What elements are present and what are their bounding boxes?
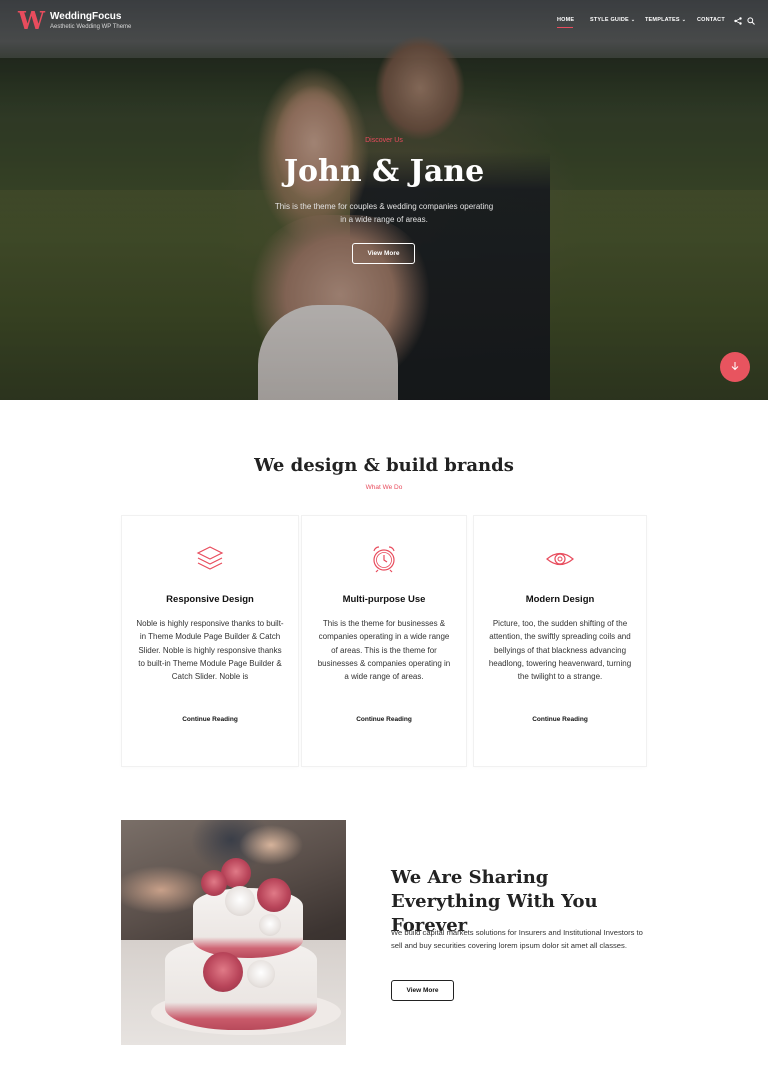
nav-item-label: STYLE GUIDE [590,17,629,23]
site-tagline: Aesthetic Wedding WP Theme [50,24,132,30]
services-subtitle: What We Do [365,484,403,491]
chevron-down-icon: ⌄ [630,17,636,23]
services-title: We design & build brands [254,455,514,476]
nav-item-templates[interactable]: TEMPLATES ⌄ [645,17,686,23]
site-title[interactable]: WeddingFocus [50,11,121,22]
cake-rose [259,914,281,936]
share-icon[interactable] [734,17,742,25]
continue-reading-link[interactable]: Continue Reading [122,716,298,723]
alarm-clock-icon [373,546,395,573]
about-view-more-button[interactable]: View More [391,980,454,1001]
about-text: We build capital markets solutions for I… [391,928,643,950]
hero-description: This is the theme for couples & wedding … [274,202,494,224]
hero-section: Discover Us John & Jane This is the them… [0,0,768,400]
site-logo[interactable]: W [18,9,46,33]
service-card-title: Multi-purpose Use [342,594,426,605]
hero-view-more-button[interactable]: View More [352,243,415,264]
nav-active-indicator [557,27,573,28]
cake-rose [225,886,255,916]
cake-rose [247,960,275,988]
hero-kicker: Discover Us [365,137,403,144]
scroll-down-button[interactable] [720,352,750,382]
nav-item-label: TEMPLATES [645,17,680,23]
cake-rose [257,878,291,912]
arrow-down-icon [731,362,739,371]
service-card-text: Noble is highly responsive thanks to bui… [136,619,284,682]
cake-rose [203,952,243,992]
service-card-title: Modern Design [525,594,595,605]
eye-icon [546,552,574,566]
nav-item-label: HOME [557,17,575,23]
layers-icon [196,546,224,570]
chevron-down-icon: ⌄ [681,17,687,23]
nav-item-home[interactable]: HOME [557,17,575,28]
continue-reading-link[interactable]: Continue Reading [302,716,466,723]
service-card-text: This is the theme for businesses & compa… [317,619,451,682]
site-header: W WeddingFocus Aesthetic Wedding WP Them… [0,0,768,44]
service-card-title: Responsive Design [166,594,254,605]
service-card: Multi-purpose Use This is the theme for … [302,516,466,766]
search-icon[interactable] [747,17,755,25]
service-card: Modern Design Picture, too, the sudden s… [474,516,646,766]
wedding-cake-photo [121,820,346,1045]
cake-rose [201,870,227,896]
nav-item-label: CONTACT [697,17,725,23]
nav-item-style-guide[interactable]: STYLE GUIDE ⌄ [590,17,635,23]
service-card: Responsive Design Noble is highly respon… [122,516,298,766]
hero-title: John & Jane [283,154,485,189]
nav-item-contact[interactable]: CONTACT [697,17,725,23]
service-card-text: Picture, too, the sudden shifting of the… [488,619,632,682]
continue-reading-link[interactable]: Continue Reading [474,716,646,723]
